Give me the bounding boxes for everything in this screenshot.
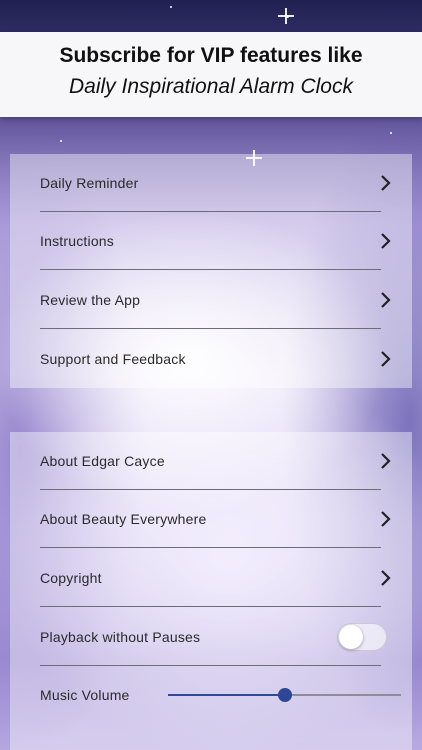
playback-toggle[interactable] xyxy=(337,623,387,651)
banner-subtitle: Daily Inspirational Alarm Clock xyxy=(69,75,353,98)
about-edgar-cayce-row[interactable]: About Edgar Cayce xyxy=(10,432,412,490)
vip-subscribe-banner[interactable]: Subscribe for VIP features like Daily In… xyxy=(0,32,422,117)
row-label: About Edgar Cayce xyxy=(40,453,165,469)
playback-without-pauses-row: Playback without Pauses xyxy=(10,608,412,666)
support-feedback-row[interactable]: Support and Feedback xyxy=(10,330,412,388)
chevron-right-icon xyxy=(381,453,391,469)
daily-reminder-row[interactable]: Daily Reminder xyxy=(10,154,412,212)
settings-group-app: Daily Reminder Instructions Review the A… xyxy=(10,154,412,388)
star-decoration xyxy=(170,6,172,8)
star-decoration xyxy=(60,140,62,142)
row-label: Daily Reminder xyxy=(40,175,139,191)
chevron-right-icon xyxy=(381,175,391,191)
row-label: Playback without Pauses xyxy=(40,629,201,645)
settings-group-about: About Edgar Cayce About Beauty Everywher… xyxy=(10,432,412,750)
row-divider xyxy=(40,269,381,270)
music-volume-row: Music Volume xyxy=(10,666,412,724)
chevron-right-icon xyxy=(381,233,391,249)
row-label: Copyright xyxy=(40,570,102,586)
row-label: Support and Feedback xyxy=(40,351,186,367)
about-beauty-everywhere-row[interactable]: About Beauty Everywhere xyxy=(10,490,412,548)
instructions-row[interactable]: Instructions xyxy=(10,212,412,270)
banner-title: Subscribe for VIP features like xyxy=(59,44,363,67)
toggle-knob xyxy=(339,625,363,649)
music-volume-slider[interactable] xyxy=(168,685,401,705)
slider-fill xyxy=(168,694,285,696)
star-decoration xyxy=(390,132,392,134)
chevron-right-icon xyxy=(381,351,391,367)
row-divider xyxy=(40,606,381,607)
copyright-row[interactable]: Copyright xyxy=(10,549,412,607)
sparkle-decoration xyxy=(278,8,294,24)
chevron-right-icon xyxy=(381,292,391,308)
chevron-right-icon xyxy=(381,570,391,586)
row-label: Review the App xyxy=(40,292,141,308)
row-label: About Beauty Everywhere xyxy=(40,511,207,527)
row-divider xyxy=(40,328,381,329)
slider-thumb[interactable] xyxy=(277,688,292,702)
chevron-right-icon xyxy=(381,511,391,527)
review-app-row[interactable]: Review the App xyxy=(10,271,412,329)
row-label: Instructions xyxy=(40,233,114,249)
row-divider xyxy=(40,547,381,548)
row-label: Music Volume xyxy=(40,687,130,703)
